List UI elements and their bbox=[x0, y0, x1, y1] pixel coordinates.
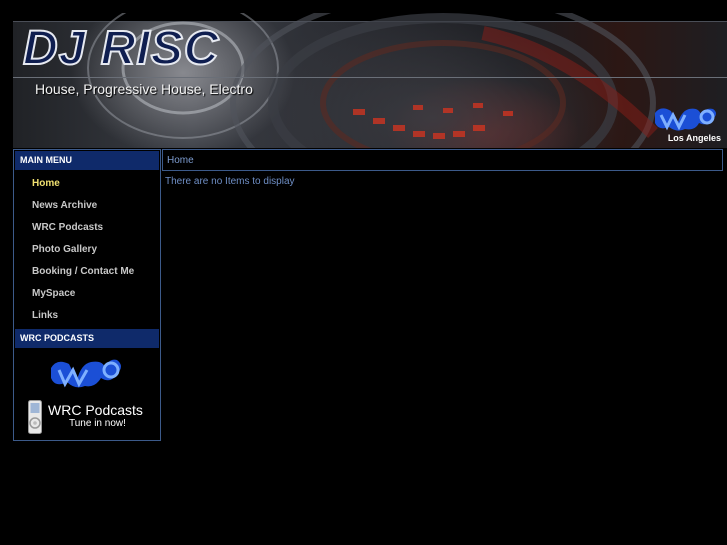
wrc-logo-icon bbox=[51, 359, 121, 388]
menu-item-myspace[interactable]: MySpace bbox=[14, 283, 160, 305]
promo-title: WRC Podcasts bbox=[48, 402, 143, 418]
menu-item-booking-contact[interactable]: Booking / Contact Me bbox=[14, 261, 160, 283]
main-menu: Home News Archive WRC Podcasts Photo Gal… bbox=[14, 171, 160, 327]
promo-subtitle: Tune in now! bbox=[69, 418, 126, 429]
empty-items-message: There are no Items to display bbox=[165, 176, 295, 187]
site-title: DJ RISC bbox=[22, 22, 220, 75]
site-subtitle: House, Progressive House, Electro bbox=[35, 81, 253, 97]
menu-item-wrc-podcasts[interactable]: WRC Podcasts bbox=[14, 217, 160, 239]
sidebar: MAIN MENU Home News Archive WRC Podcasts… bbox=[13, 149, 161, 441]
header-location: Los Angeles bbox=[667, 133, 721, 143]
main-menu-title: MAIN MENU bbox=[15, 151, 159, 170]
menu-item-links[interactable]: Links bbox=[14, 305, 160, 327]
breadcrumb[interactable]: Home bbox=[162, 149, 723, 171]
podcast-promo-banner[interactable]: WRC Podcasts Tune in now! bbox=[14, 350, 160, 442]
menu-item-photo-gallery[interactable]: Photo Gallery bbox=[14, 239, 160, 261]
wrc-logo-icon bbox=[655, 108, 716, 131]
media-player-icon bbox=[28, 400, 42, 434]
menu-item-home[interactable]: Home bbox=[14, 173, 160, 195]
wrc-podcasts-title: WRC PODCASTS bbox=[15, 329, 159, 348]
header-divider bbox=[13, 77, 727, 78]
header-banner: DJ RISC House, Progressive House, Electr… bbox=[13, 13, 727, 148]
menu-item-news-archive[interactable]: News Archive bbox=[14, 195, 160, 217]
